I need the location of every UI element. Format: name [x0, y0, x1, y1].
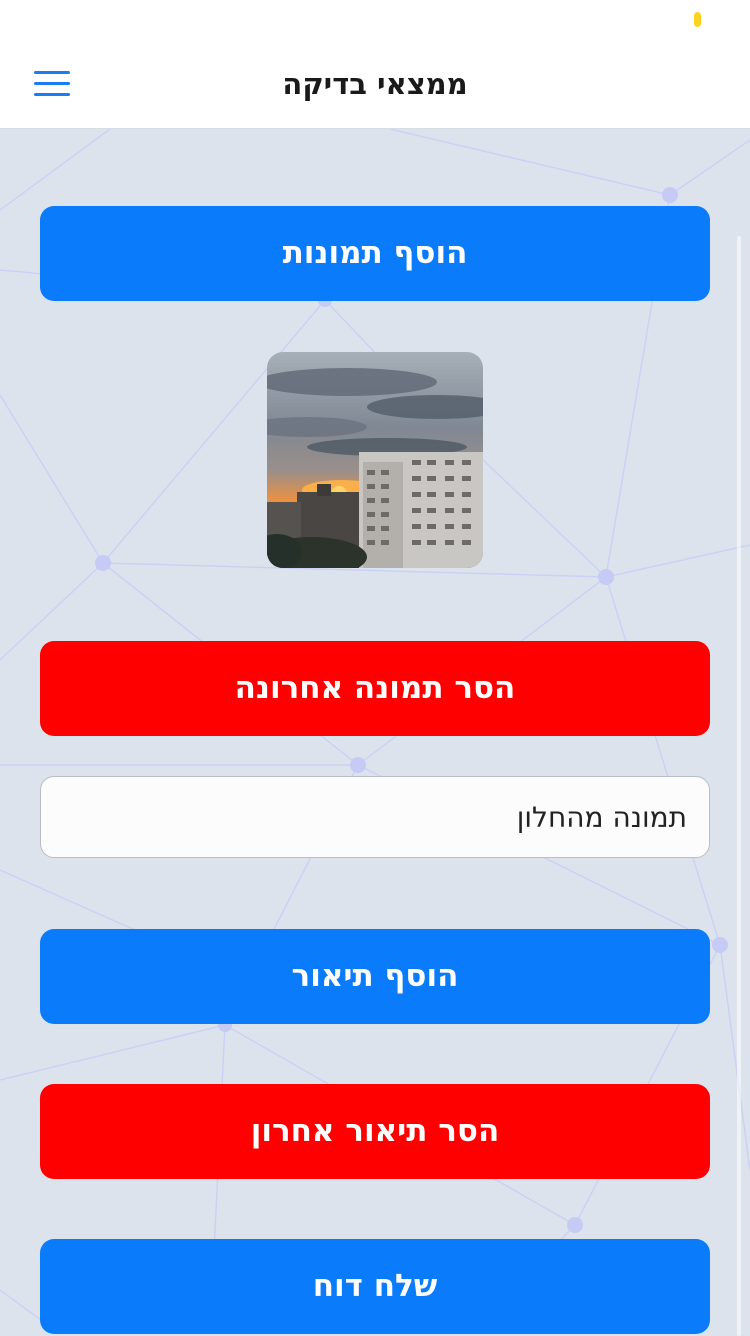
description-input[interactable]	[40, 776, 710, 858]
scrollbar[interactable]	[737, 236, 741, 1336]
photo-thumbnail[interactable]	[267, 352, 483, 568]
app-header: ממצאי בדיקה	[0, 44, 750, 129]
page-title: ממצאי בדיקה	[282, 67, 468, 101]
remove-last-description-button[interactable]: הסר תיאור אחרון	[40, 1084, 710, 1179]
add-photos-button[interactable]: הוסף תמונות	[40, 206, 710, 301]
status-bar	[0, 0, 750, 44]
remove-last-photo-button[interactable]: הסר תמונה אחרונה	[40, 641, 710, 736]
add-description-button[interactable]: הוסף תיאור	[40, 929, 710, 1024]
send-report-button[interactable]: שלח דוח	[40, 1239, 710, 1334]
sunset-buildings-photo	[267, 352, 483, 568]
status-indicator-icon	[694, 12, 701, 27]
